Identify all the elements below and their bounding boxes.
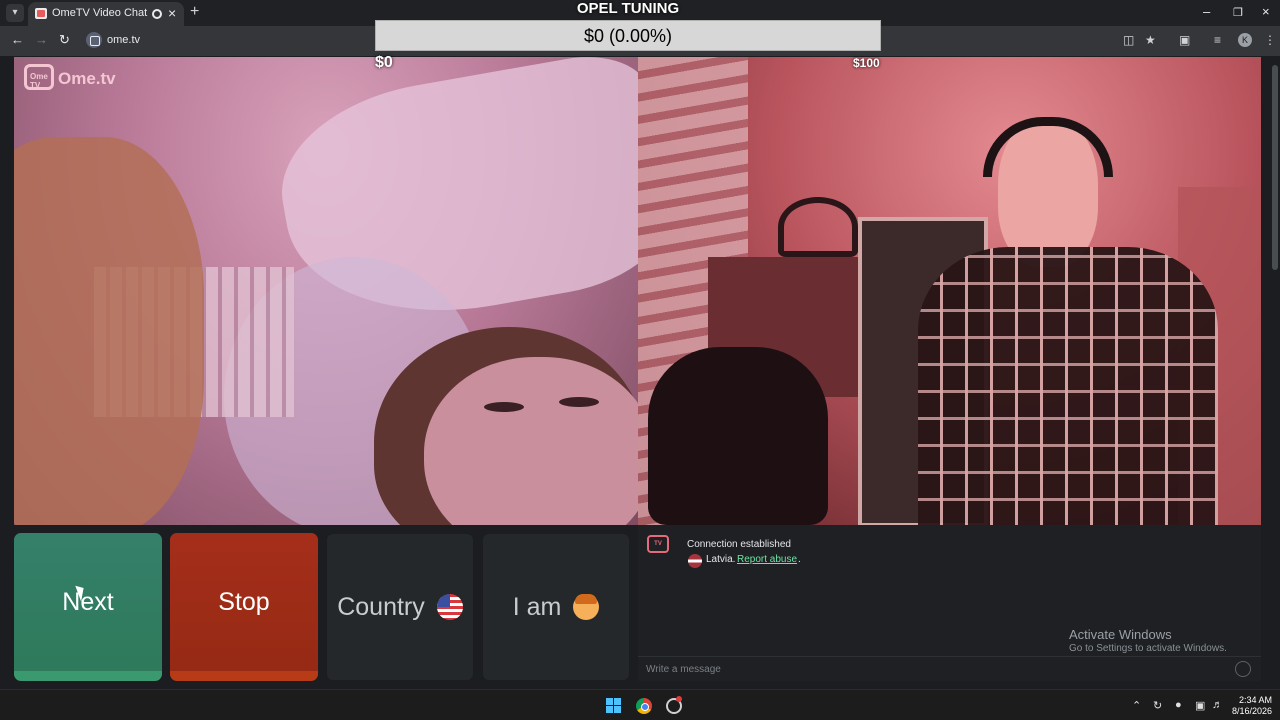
- recording-dot-icon: [676, 696, 682, 702]
- site-info-icon[interactable]: [86, 32, 102, 48]
- recording-indicator-icon: [152, 9, 162, 19]
- media-controls-icon[interactable]: ≡: [1214, 33, 1221, 47]
- extensions-icon[interactable]: ▣: [1179, 33, 1190, 47]
- donation-goal-bar: $0 (0.00%): [375, 20, 881, 51]
- ometv-chat-icon: TV: [647, 535, 669, 553]
- boy-face-icon: [573, 594, 600, 620]
- chrome-taskbar-icon[interactable]: [636, 698, 652, 714]
- activate-windows-title: Activate Windows: [1069, 627, 1172, 642]
- emoji-icon[interactable]: [1235, 661, 1251, 677]
- browser-menu-icon[interactable]: ⋮: [1264, 33, 1276, 47]
- next-button[interactable]: Next: [14, 533, 162, 681]
- report-abuse-link[interactable]: Report abuse: [737, 554, 797, 565]
- self-video: [638, 57, 1261, 525]
- volume-icon[interactable]: ♬: [1212, 699, 1223, 711]
- microphone-icon[interactable]: ●: [1175, 699, 1182, 711]
- partner-country: Latvia.: [706, 554, 736, 565]
- donation-goal-progress-text: $0 (0.00%): [583, 26, 673, 46]
- network-icon[interactable]: ▣: [1195, 699, 1205, 712]
- donation-goal-max: $100: [853, 56, 880, 70]
- scrollbar-thumb[interactable]: [1272, 65, 1278, 270]
- stop-button[interactable]: Stop: [170, 533, 318, 681]
- donation-goal-min: $0: [375, 54, 393, 71]
- reload-icon[interactable]: ↻: [59, 32, 70, 48]
- minimize-icon[interactable]: –: [1203, 4, 1210, 19]
- tv-logo-icon: Ome TV: [24, 64, 54, 90]
- close-window-icon[interactable]: ×: [1262, 4, 1270, 19]
- logo-text: Ome.tv: [58, 69, 116, 88]
- connection-status: Connection established: [687, 539, 791, 550]
- tab-title: OmeTV Video Chat — Ome: [52, 7, 150, 19]
- back-icon[interactable]: ←: [11, 32, 24, 47]
- tv-favicon-icon: [35, 8, 47, 19]
- chat-panel: TV Connection established Latvia. Report…: [638, 525, 1261, 681]
- tab-search-icon[interactable]: ▾: [6, 4, 24, 22]
- address-bar[interactable]: ome.tv: [107, 34, 140, 46]
- bookmark-star-icon[interactable]: ★: [1145, 33, 1156, 47]
- new-tab-icon[interactable]: +: [190, 3, 199, 21]
- activate-windows-subtitle: Go to Settings to activate Windows.: [1069, 643, 1227, 654]
- windows-taskbar: ⌃ ↻ ● ▣ ♬ 2:34 AM 8/16/2026: [0, 689, 1280, 720]
- next-label: Next: [62, 587, 114, 616]
- sync-icon[interactable]: ↻: [1153, 699, 1162, 712]
- gender-button[interactable]: I am: [482, 533, 630, 681]
- gender-label: I am: [512, 592, 562, 621]
- windows-start-icon[interactable]: [606, 698, 621, 713]
- restore-icon[interactable]: ❐: [1233, 6, 1243, 19]
- chat-input-bar: [638, 656, 1261, 681]
- clock-date[interactable]: 8/16/2026: [1228, 706, 1272, 716]
- country-label: Country: [337, 592, 425, 621]
- show-hidden-icons-icon[interactable]: ⌃: [1132, 699, 1141, 712]
- page-scrollbar[interactable]: [1270, 57, 1280, 689]
- profile-avatar[interactable]: K: [1238, 33, 1252, 47]
- country-button[interactable]: Country: [326, 533, 474, 681]
- browser-tab[interactable]: OmeTV Video Chat — Ome ×: [28, 2, 184, 26]
- install-app-icon[interactable]: ◫: [1123, 33, 1134, 47]
- report-suffix: .: [798, 554, 801, 565]
- donation-goal-title: OPEL TUNING: [576, 0, 680, 17]
- stop-label: Stop: [218, 587, 270, 616]
- close-tab-icon[interactable]: ×: [168, 5, 176, 21]
- latvia-flag-icon: [688, 554, 702, 568]
- forward-icon[interactable]: →: [35, 32, 48, 47]
- us-flag-icon: [436, 594, 463, 620]
- message-input[interactable]: [638, 657, 1228, 681]
- stranger-video: [14, 57, 638, 525]
- clock-time[interactable]: 2:34 AM: [1238, 695, 1272, 705]
